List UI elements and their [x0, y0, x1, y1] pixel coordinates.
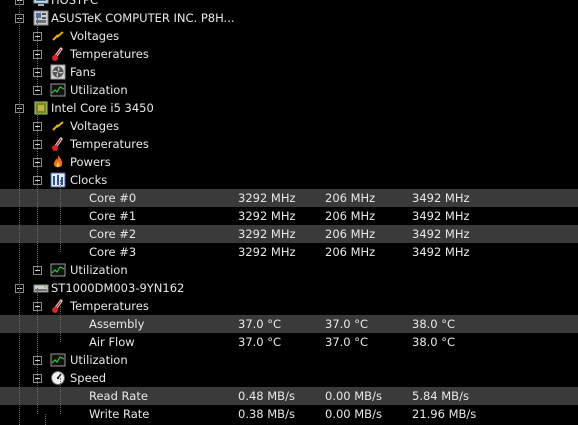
hard-drive-icon: [33, 284, 49, 293]
tree-node-temperatures[interactable]: Temperatures: [0, 297, 578, 315]
cpu-icon: [34, 101, 48, 115]
tree-node-label: Temperatures: [70, 47, 149, 61]
tree-node-utilization[interactable]: Utilization: [0, 261, 578, 279]
sensor-max: 3492 MHz: [412, 209, 470, 223]
thermometer-icon: [52, 299, 63, 313]
tree-node-label: Utilization: [70, 263, 128, 277]
tree-node-label: Temperatures: [70, 137, 149, 151]
sensor-name: Core #2: [89, 227, 137, 241]
sensor-min: 0.00 MB/s: [325, 389, 382, 403]
sensor-row[interactable]: Read Rate 0.48 MB/s 0.00 MB/s 5.84 MB/s: [0, 387, 578, 405]
tree-node-temperatures[interactable]: Temperatures: [0, 45, 578, 63]
sensor-name: Core #0: [89, 191, 137, 205]
sensor-max: 38.0 °C: [412, 335, 456, 349]
sensor-name: Assembly: [89, 317, 145, 331]
sensor-name: Read Rate: [89, 389, 148, 403]
tree-node-label: Utilization: [70, 353, 128, 367]
sensor-min: 206 MHz: [325, 227, 376, 241]
sensor-row[interactable]: Core #1 3292 MHz 206 MHz 3492 MHz: [0, 207, 578, 225]
tree-node-clocks[interactable]: Clocks: [0, 171, 578, 189]
tree-node-label: ST1000DM003-9YN162: [51, 281, 185, 295]
tree-node-label: Voltages: [70, 29, 120, 43]
sensor-row[interactable]: Air Flow 37.0 °C 37.0 °C 38.0 °C: [0, 333, 578, 351]
tree-node-powers[interactable]: Powers: [0, 153, 578, 171]
tree-node-voltages[interactable]: Voltages: [0, 117, 578, 135]
sensor-min: 0.00 MB/s: [325, 407, 382, 421]
sensor-min: 37.0 °C: [325, 335, 369, 349]
sensor-min: 206 MHz: [325, 245, 376, 259]
sensor-row[interactable]: Core #2 3292 MHz 206 MHz 3492 MHz: [0, 225, 578, 243]
tree-node-label: Utilization: [70, 83, 128, 97]
sensor-row[interactable]: Write Rate 0.38 MB/s 0.00 MB/s 21.96 MB/…: [0, 405, 578, 423]
tree-guide-line: [19, 0, 20, 425]
voltage-icon: [52, 31, 64, 41]
thermometer-icon: [52, 47, 63, 61]
sensor-value: 0.38 MB/s: [238, 407, 295, 421]
sensor-value: 3292 MHz: [238, 209, 296, 223]
sensor-value: 0.48 MB/s: [238, 389, 295, 403]
sensor-tree: HOSTPC ASUSTeK COMPUTER INC. P8H... Volt…: [0, 0, 578, 423]
sensor-max: 3492 MHz: [412, 191, 470, 205]
sensor-max: 5.84 MB/s: [412, 389, 469, 403]
motherboard-icon: [33, 10, 49, 26]
tree-node-label: Speed: [70, 371, 107, 385]
tree-guide-line: [60, 378, 61, 414]
utilization-icon: [50, 83, 66, 97]
sensor-max: 38.0 °C: [412, 317, 456, 331]
tree-node-label: HOSTPC: [51, 0, 98, 7]
sensor-max: 21.96 MB/s: [412, 407, 477, 421]
tree-guide-line: [60, 180, 61, 252]
tree-node-temperatures[interactable]: Temperatures: [0, 135, 578, 153]
tree-node-label: Intel Core i5 3450: [51, 101, 154, 115]
sensor-value: 3292 MHz: [238, 191, 296, 205]
sensor-row[interactable]: Core #3 3292 MHz 206 MHz 3492 MHz: [0, 243, 578, 261]
sensor-value: 37.0 °C: [238, 317, 282, 331]
clock-chart-icon: [50, 172, 66, 188]
tree-node-label: Clocks: [70, 173, 108, 187]
sensor-max: 3492 MHz: [412, 227, 470, 241]
sensor-value: 3292 MHz: [238, 245, 296, 259]
tree-node-label: Voltages: [70, 119, 120, 133]
tree-guide-line: [37, 288, 38, 414]
fan-icon: [50, 64, 66, 80]
tree-guide-line: [45, 414, 46, 425]
sensor-row[interactable]: Assembly 37.0 °C 37.0 °C 38.0 °C: [0, 315, 578, 333]
flame-icon: [53, 155, 63, 168]
tree-node-label: Fans: [70, 65, 96, 79]
sensor-min: 206 MHz: [325, 209, 376, 223]
tree-node-utilization[interactable]: Utilization: [0, 81, 578, 99]
sensor-min: 37.0 °C: [325, 317, 369, 331]
tree-node-speed[interactable]: Speed: [0, 369, 578, 387]
tree-node-root[interactable]: HOSTPC: [0, 0, 578, 9]
sensor-value: 37.0 °C: [238, 335, 282, 349]
tree-node-fans[interactable]: Fans: [0, 63, 578, 81]
tree-node-cpu[interactable]: Intel Core i5 3450: [0, 99, 578, 117]
utilization-icon: [50, 263, 66, 277]
tree-guide-line: [60, 306, 61, 342]
sensor-name: Core #1: [89, 209, 137, 223]
thermometer-icon: [52, 137, 63, 151]
voltage-icon: [52, 121, 64, 131]
speedometer-icon: [51, 371, 65, 385]
sensor-name: Write Rate: [89, 407, 150, 421]
tree-node-label: Temperatures: [70, 299, 149, 313]
sensor-name: Air Flow: [89, 335, 135, 349]
sensor-name: Core #3: [89, 245, 137, 259]
tree-node-utilization[interactable]: Utilization: [0, 351, 578, 369]
sensor-min: 206 MHz: [325, 191, 376, 205]
sensor-value: 3292 MHz: [238, 227, 296, 241]
tree-node-label: ASUSTeK COMPUTER INC. P8H...: [51, 11, 235, 25]
tree-node-voltages[interactable]: Voltages: [0, 27, 578, 45]
tree-node-motherboard[interactable]: ASUSTeK COMPUTER INC. P8H...: [0, 9, 578, 27]
tree-guide-line: [37, 108, 38, 270]
sensor-row[interactable]: Core #0 3292 MHz 206 MHz 3492 MHz: [0, 189, 578, 207]
tree-guide-line: [37, 18, 38, 90]
tree-node-hdd[interactable]: ST1000DM003-9YN162: [0, 279, 578, 297]
utilization-icon: [50, 353, 66, 367]
tree-node-label: Powers: [70, 155, 111, 169]
computer-icon: [33, 0, 49, 6]
sensor-max: 3492 MHz: [412, 245, 470, 259]
